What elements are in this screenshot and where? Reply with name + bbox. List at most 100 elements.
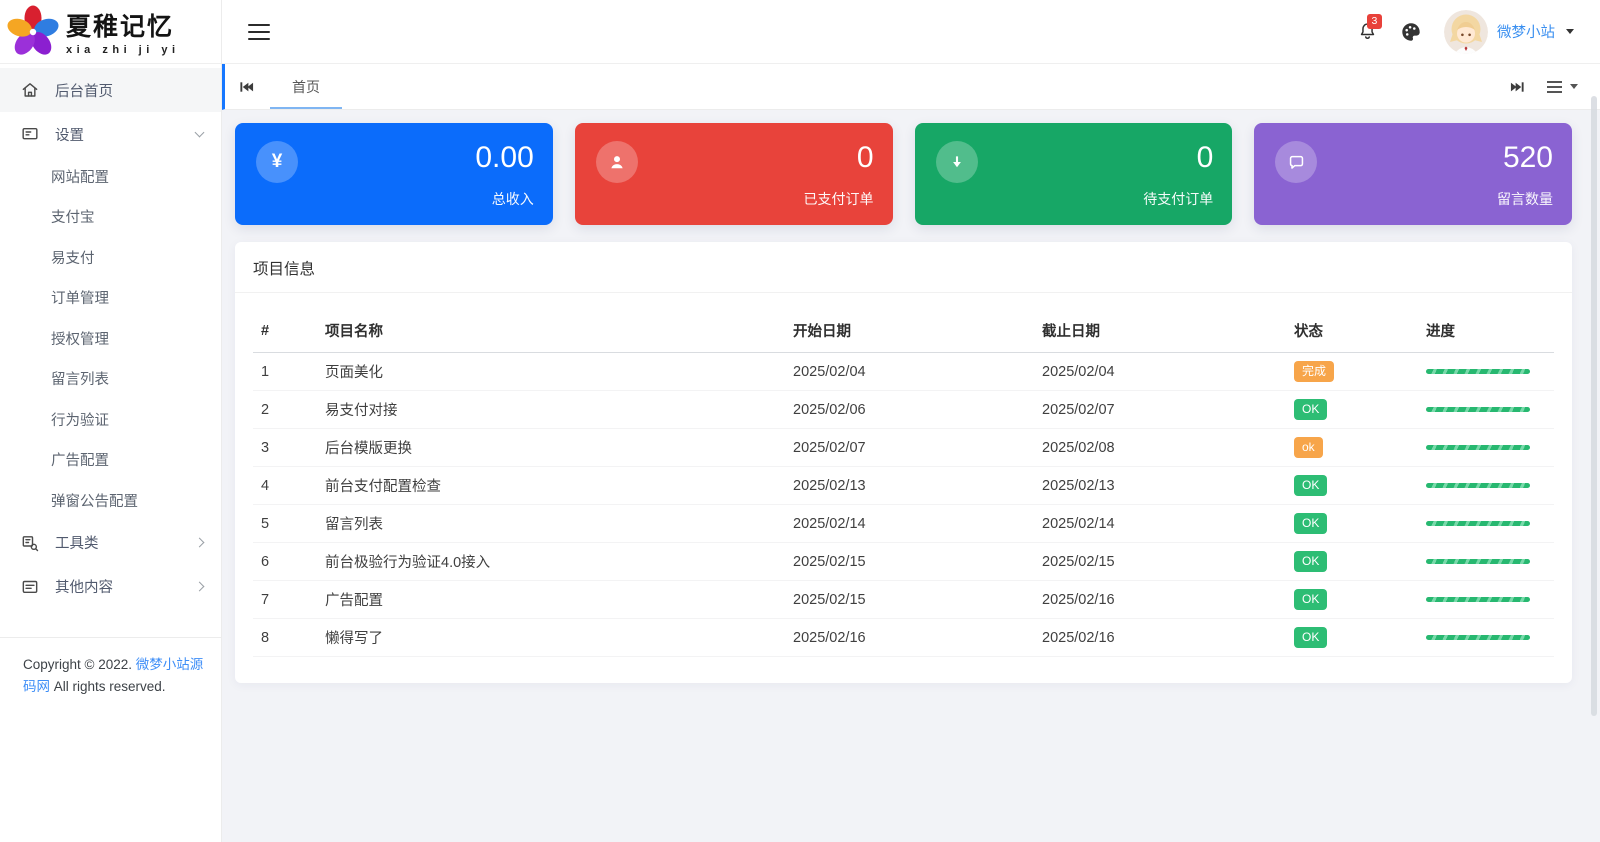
- palette-icon: [1400, 21, 1422, 43]
- sidebar-subitem-alipay[interactable]: 支付宝: [0, 197, 221, 238]
- tab-home[interactable]: 首页: [270, 64, 342, 109]
- tabs-scroll-right-button[interactable]: [1496, 80, 1539, 94]
- status-badge: OK: [1294, 399, 1328, 420]
- user-icon: [595, 141, 638, 183]
- arrow-down-icon: [935, 141, 978, 183]
- sidebar-subitem-order-management[interactable]: 订单管理: [0, 278, 221, 319]
- progress-bar: [1426, 635, 1530, 640]
- column-header: 项目名称: [317, 309, 785, 353]
- progress-bar: [1426, 445, 1530, 450]
- scrollbar[interactable]: [1591, 96, 1597, 716]
- sidebar-subitem-label: 网站配置: [51, 169, 109, 186]
- stat-label: 待支付订单: [1143, 191, 1214, 207]
- copyright-text: Copyright © 2022.: [23, 656, 136, 672]
- brand-title: 夏稚记忆: [66, 13, 175, 41]
- cell-end-date: 2025/02/04: [1034, 352, 1286, 391]
- stat-cards: ¥ 0.00 总收入 0 已支付订单 0 待支付订单 520 留言数量: [235, 123, 1572, 225]
- sidebar-item-settings[interactable]: 设置: [0, 112, 221, 156]
- chevron-right-icon: [194, 581, 205, 592]
- sidebar-subitem-site-config[interactable]: 网站配置: [0, 156, 221, 197]
- progress-bar: [1426, 407, 1530, 412]
- sidebar-subitem-epay[interactable]: 易支付: [0, 237, 221, 278]
- cell-index: 2: [253, 390, 317, 429]
- sidebar-subitem-message-list[interactable]: 留言列表: [0, 359, 221, 400]
- table-row: 7 广告配置 2025/02/15 2025/02/16 OK: [253, 580, 1554, 619]
- progress-bar: [1426, 521, 1530, 526]
- tab-label: 首页: [292, 78, 320, 95]
- status-badge: OK: [1294, 475, 1328, 496]
- cell-index: 1: [253, 352, 317, 391]
- table-row: 5 留言列表 2025/02/14 2025/02/14 OK: [253, 504, 1554, 543]
- cell-project-name: 前台极验行为验证4.0接入: [317, 542, 785, 581]
- theme-button[interactable]: [1400, 21, 1422, 43]
- chevron-down-icon: [194, 127, 205, 137]
- status-badge: OK: [1294, 513, 1328, 534]
- table-header-row: # 项目名称 开始日期 截止日期 状态 进度: [253, 309, 1554, 353]
- main-area: 3 微梦小站 首页 ¥ 0.00 总收入 0 已支付订单 0 待支付订单 520…: [222, 0, 1600, 842]
- skip-start-icon: [239, 80, 254, 94]
- copyright-text: All rights reserved.: [50, 678, 166, 694]
- avatar: [1444, 9, 1488, 54]
- sidebar-subitem-label: 支付宝: [51, 210, 95, 227]
- stat-card-paid-orders: 0 已支付订单: [574, 123, 893, 225]
- copyright: Copyright © 2022. 微梦小站源码网 All rights res…: [0, 636, 221, 699]
- tabbar: 首页: [222, 64, 1600, 110]
- cell-index: 7: [253, 580, 317, 619]
- sidebar-subitem-label: 广告配置: [51, 453, 109, 470]
- project-info-panel: 项目信息 # 项目名称 开始日期 截止日期 状态 进度 1 页面美化 2025/…: [235, 242, 1572, 683]
- cell-end-date: 2025/02/16: [1034, 618, 1286, 657]
- sidebar-item-label: 其他内容: [55, 580, 113, 596]
- stat-label: 总收入: [491, 191, 534, 207]
- cell-start-date: 2025/02/14: [785, 504, 1034, 543]
- topbar: 3 微梦小站: [222, 0, 1600, 64]
- tabs-scroll-left-button[interactable]: [225, 80, 268, 94]
- cell-end-date: 2025/02/07: [1034, 390, 1286, 429]
- cell-start-date: 2025/02/16: [785, 618, 1034, 657]
- tools-icon: [20, 533, 40, 553]
- cell-index: 5: [253, 504, 317, 543]
- cell-project-name: 后台模版更换: [317, 428, 785, 467]
- cell-index: 8: [253, 618, 317, 657]
- cell-end-date: 2025/02/16: [1034, 580, 1286, 619]
- cell-project-name: 广告配置: [317, 580, 785, 619]
- progress-bar: [1426, 597, 1530, 602]
- comment-icon: [1275, 141, 1318, 183]
- user-menu[interactable]: 微梦小站: [1444, 9, 1574, 54]
- sidebar-subitem-ad-config[interactable]: 广告配置: [0, 440, 221, 481]
- cell-end-date: 2025/02/08: [1034, 428, 1286, 467]
- panel-icon: [20, 124, 40, 144]
- status-badge: 完成: [1294, 361, 1335, 382]
- cell-start-date: 2025/02/15: [785, 580, 1034, 619]
- sidebar-subitem-behavior-verify[interactable]: 行为验证: [0, 399, 221, 440]
- progress-bar: [1426, 483, 1530, 488]
- stat-label: 已支付订单: [803, 191, 874, 207]
- notifications-button[interactable]: 3: [1357, 14, 1382, 42]
- cell-project-name: 前台支付配置检查: [317, 466, 785, 505]
- sidebar-item-other-content[interactable]: 其他内容: [0, 565, 221, 609]
- sidebar-subitem-label: 订单管理: [51, 291, 109, 308]
- stat-card-pending-orders: 0 待支付订单: [914, 123, 1233, 225]
- document-icon: [20, 577, 40, 597]
- cell-project-name: 易支付对接: [317, 390, 785, 429]
- content: ¥ 0.00 总收入 0 已支付订单 0 待支付订单 520 留言数量 项目信息…: [222, 110, 1600, 842]
- sidebar-subitem-label: 行为验证: [51, 412, 109, 429]
- sidebar-item-dashboard[interactable]: 后台首页: [0, 68, 221, 112]
- cell-project-name: 懒得写了: [317, 618, 785, 657]
- status-badge: OK: [1294, 589, 1328, 610]
- progress-bar: [1426, 369, 1530, 374]
- table-row: 3 后台模版更换 2025/02/07 2025/02/08 ok: [253, 428, 1554, 467]
- sidebar-toggle-button[interactable]: [248, 19, 270, 45]
- sidebar: 夏稚记忆 xia zhi ji yi 后台首页 设置 网站配置 支付宝 易支付 …: [0, 0, 222, 842]
- home-icon: [20, 80, 40, 100]
- sidebar-subitem-popup-notice-config[interactable]: 弹窗公告配置: [0, 480, 221, 521]
- column-header: 开始日期: [785, 309, 1034, 353]
- table-row: 6 前台极验行为验证4.0接入 2025/02/15 2025/02/15 OK: [253, 542, 1554, 581]
- progress-bar: [1426, 559, 1530, 564]
- brand: 夏稚记忆 xia zhi ji yi: [0, 0, 221, 64]
- sidebar-item-tools[interactable]: 工具类: [0, 521, 221, 565]
- notification-badge: 3: [1367, 14, 1382, 30]
- sidebar-menu: 后台首页 设置 网站配置 支付宝 易支付 订单管理 授权管理 留言列表 行为验证…: [0, 64, 221, 609]
- sidebar-subitem-auth-management[interactable]: 授权管理: [0, 318, 221, 359]
- cell-end-date: 2025/02/15: [1034, 542, 1286, 581]
- tabs-options-button[interactable]: [1539, 78, 1600, 96]
